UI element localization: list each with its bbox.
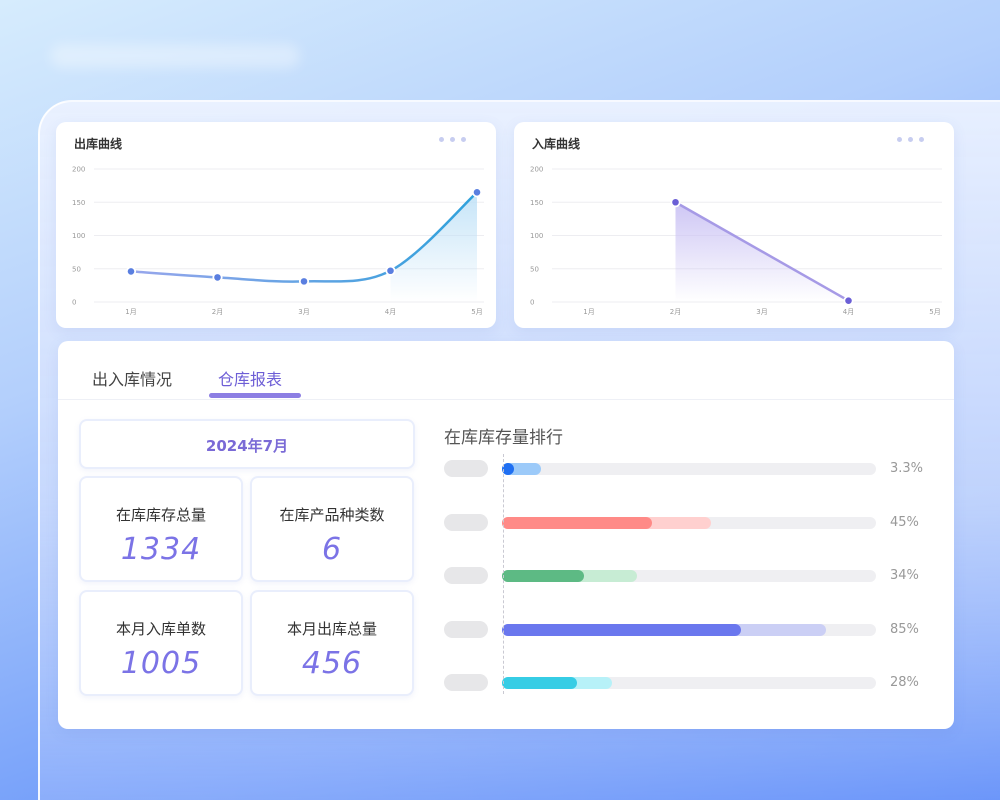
x-tick-label: 4月 bbox=[385, 308, 396, 316]
outbound-chart-card: 出库曲线 0 50 100 150 200 1月 2月 3月 4月 5月 bbox=[56, 122, 496, 328]
inbound-chart: 0 50 100 150 200 1月 2月 3月 4月 5月 bbox=[530, 166, 942, 316]
ranking-label-placeholder bbox=[444, 620, 488, 638]
ranking-percent: 85% bbox=[890, 621, 919, 637]
ranking-percent: 28% bbox=[890, 675, 919, 690]
ranking-percent: 34% bbox=[890, 568, 919, 583]
x-tick-label: 1月 bbox=[125, 308, 136, 316]
y-tick-label: 100 bbox=[72, 232, 85, 240]
ranking-label-placeholder bbox=[444, 567, 488, 584]
ranking-bar-fill bbox=[502, 516, 652, 529]
x-tick-label: 3月 bbox=[756, 308, 767, 316]
y-tick-label: 200 bbox=[530, 166, 543, 174]
x-tick-label: 1月 bbox=[583, 308, 594, 316]
x-tick-label: 2月 bbox=[212, 308, 223, 316]
ranking-title: 在库库存量排行 bbox=[444, 428, 563, 448]
ranking-bar-fill bbox=[502, 677, 577, 689]
ranking-row: 28% bbox=[444, 674, 934, 694]
ranking-baseline bbox=[503, 454, 504, 694]
stat-card-outbound-total: 本月出库总量 456 bbox=[250, 590, 414, 696]
y-tick-label: 150 bbox=[72, 199, 85, 207]
x-tick-label: 5月 bbox=[929, 308, 940, 316]
data-point bbox=[471, 187, 483, 198]
blurred-header bbox=[50, 44, 300, 68]
outbound-chart: 0 50 100 150 200 1月 2月 3月 4月 5月 bbox=[72, 166, 484, 316]
ranking-bar-track bbox=[502, 516, 876, 529]
ranking-label-placeholder bbox=[444, 674, 488, 691]
data-point bbox=[125, 266, 137, 277]
ranking-row: 45% bbox=[444, 513, 934, 534]
data-point bbox=[385, 265, 396, 276]
ranking-row: 85% bbox=[444, 620, 934, 641]
stat-value: 6 bbox=[321, 532, 343, 567]
ranking-bar-fill bbox=[502, 623, 742, 636]
report-date: 2024年7月 bbox=[205, 437, 289, 455]
x-tick-label: 3月 bbox=[298, 308, 309, 316]
ranking-row: 3.3% bbox=[444, 460, 934, 480]
tab-warehouse-report[interactable]: 仓库报表 bbox=[218, 366, 282, 390]
y-tick-label: 150 bbox=[530, 199, 543, 207]
data-point bbox=[670, 197, 681, 208]
stat-label: 在库产品种类数 bbox=[279, 506, 385, 524]
active-tab-indicator bbox=[209, 393, 301, 398]
ranking-bar-track bbox=[502, 463, 876, 475]
stat-card-total-stock: 在库库存总量 1334 bbox=[79, 476, 243, 582]
ranking-label-placeholder bbox=[444, 460, 488, 477]
stat-value: 1005 bbox=[120, 646, 202, 681]
y-tick-label: 50 bbox=[530, 265, 539, 273]
ranking-bar-track bbox=[502, 677, 876, 689]
data-point bbox=[843, 295, 854, 306]
x-tick-label: 5月 bbox=[471, 308, 482, 316]
stat-label: 在库库存总量 bbox=[115, 506, 206, 524]
stat-card-product-types: 在库产品种类数 6 bbox=[250, 476, 414, 582]
tab-inout-status[interactable]: 出入库情况 bbox=[92, 366, 172, 390]
stat-label: 本月出库总量 bbox=[286, 620, 377, 638]
y-tick-label: 50 bbox=[72, 265, 81, 273]
ranking-percent: 45% bbox=[890, 514, 919, 530]
ranking-row: 34% bbox=[444, 567, 934, 587]
tab-bar: 出入库情况 仓库报表 bbox=[58, 341, 954, 400]
y-tick-label: 0 bbox=[72, 299, 76, 307]
stat-label: 本月入库单数 bbox=[115, 620, 206, 638]
ranking-bar-fill bbox=[502, 570, 585, 582]
stat-card-inbound-orders: 本月入库单数 1005 bbox=[79, 590, 243, 696]
stat-value: 456 bbox=[301, 646, 363, 681]
ranking-percent: 3.3% bbox=[890, 461, 924, 476]
date-selector[interactable]: 2024年7月 bbox=[79, 419, 415, 469]
stat-value: 1334 bbox=[120, 532, 202, 567]
y-tick-label: 200 bbox=[72, 166, 85, 174]
inbound-chart-card: 入库曲线 0 50 100 150 200 1月 2月 3月 4月 5月 bbox=[514, 122, 954, 328]
y-tick-label: 100 bbox=[530, 232, 543, 240]
x-tick-label: 4月 bbox=[843, 308, 854, 316]
ranking-bar-track bbox=[502, 570, 876, 582]
x-tick-label: 2月 bbox=[670, 308, 681, 316]
report-panel: 出入库情况 仓库报表 2024年7月 在库库存总量 1334 在库产品种类数 6… bbox=[58, 341, 954, 729]
y-tick-label: 0 bbox=[530, 299, 534, 307]
data-point bbox=[212, 272, 223, 283]
ranking-label-placeholder bbox=[444, 513, 488, 531]
ranking-bar-track bbox=[502, 623, 876, 636]
data-point bbox=[298, 276, 310, 287]
